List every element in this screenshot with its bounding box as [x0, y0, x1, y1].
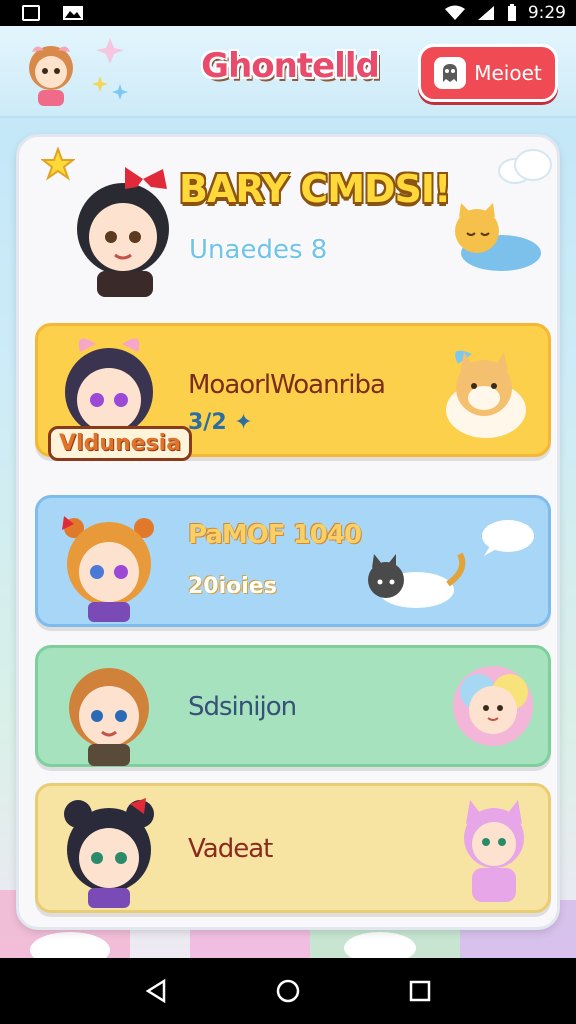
dog-icon [446, 350, 526, 438]
girl-avatar-icon [77, 167, 169, 297]
pink-cat-girl-icon [464, 800, 524, 902]
app-header: Ghontelld Meioet [0, 26, 576, 118]
app-title: Ghontelld [201, 46, 380, 86]
status-bar: 9:29 [0, 0, 576, 26]
girl-avatar-icon [62, 516, 154, 622]
hero-title: BARY CMDSI! [179, 167, 451, 211]
notification-box-icon [22, 5, 40, 21]
hero-subtitle: Unaedes 8 [189, 235, 328, 265]
hero-section: BARY CMDSI! Unaedes 8 [19, 137, 557, 317]
list-item-4[interactable]: Vadeat [35, 783, 551, 913]
list-item-label: Vadeat [188, 834, 273, 864]
cloud-icon [498, 149, 552, 184]
cat-icon [368, 552, 466, 608]
fluffy-creature-icon [453, 666, 533, 746]
back-button[interactable] [136, 971, 176, 1011]
photo-icon [63, 6, 83, 20]
row-badge: Vldunesia [48, 426, 193, 461]
home-icon [276, 979, 300, 1003]
signal-icon [477, 6, 494, 20]
wifi-icon [444, 5, 465, 20]
recents-icon [409, 980, 431, 1002]
girl-avatar-icon [64, 798, 154, 908]
sparkle-icon [92, 38, 128, 100]
home-button[interactable] [268, 971, 308, 1011]
system-nav-bar [0, 958, 576, 1024]
sleeping-cat-icon [455, 203, 541, 271]
list-item-meta: 20ioies [188, 574, 277, 599]
header-action-label: Meioet [474, 61, 542, 85]
header-action-button[interactable]: Meioet [418, 44, 558, 102]
status-time: 9:29 [527, 3, 566, 23]
list-item-label: MoaorlWoanriba [188, 370, 386, 400]
list-item-3[interactable]: Sdsinijon [35, 645, 551, 767]
girl-avatar-icon [69, 668, 149, 766]
ghost-icon [434, 57, 467, 89]
user-avatar[interactable] [20, 38, 82, 108]
recents-button[interactable] [400, 971, 440, 1011]
list-item-label: Sdsinijon [188, 692, 297, 722]
list-item-meta: 3/2 ✦ [188, 410, 253, 435]
list-item-label: PaMOF 1040 [188, 520, 362, 550]
speech-cloud-icon [482, 520, 534, 556]
main-card: BARY CMDSI! Unaedes 8 Vldunesia MoaorlWo… [16, 134, 560, 930]
list-item-1[interactable]: Vldunesia MoaorlWoanriba 3/2 ✦ [35, 323, 551, 461]
battery-icon [507, 4, 516, 21]
back-icon [145, 978, 166, 1004]
list-item-2[interactable]: PaMOF 1040 20ioies [35, 495, 551, 627]
